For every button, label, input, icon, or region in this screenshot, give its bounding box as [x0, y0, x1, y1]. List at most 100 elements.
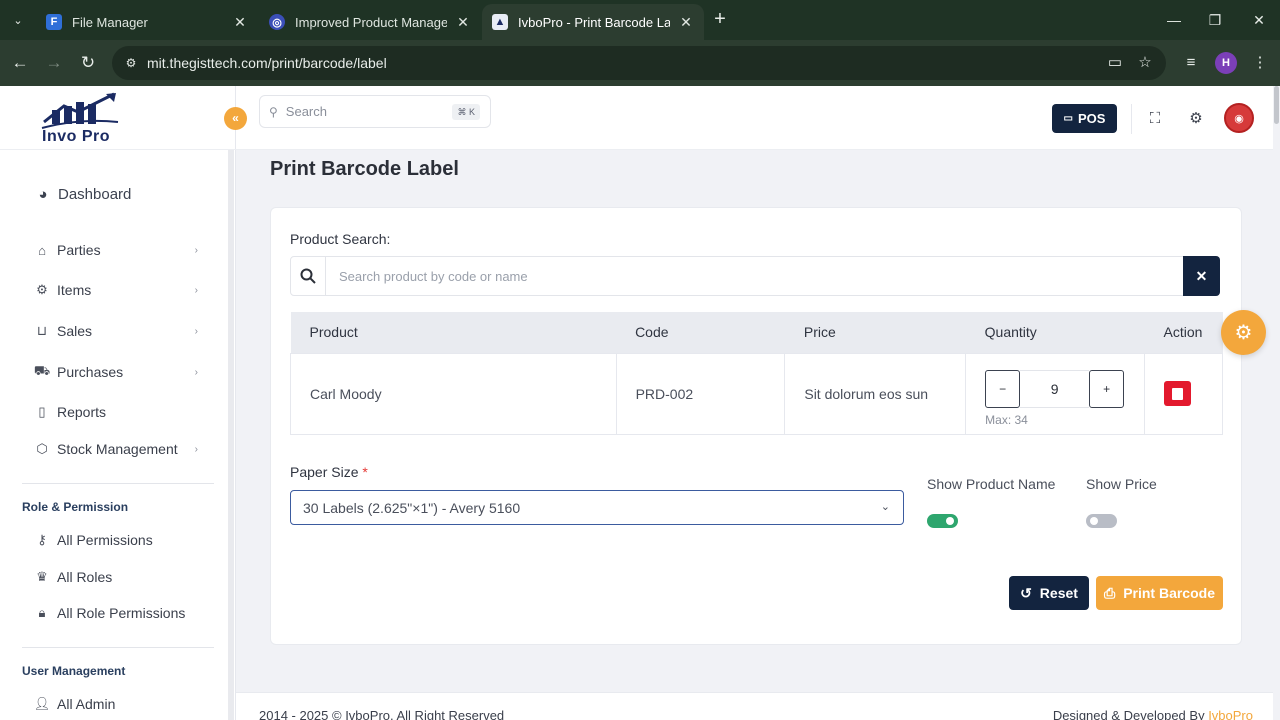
tab-close-icon[interactable]: ✕ [678, 14, 694, 31]
browser-tab-file-manager[interactable]: F File Manager ✕ [36, 4, 258, 40]
avatar-image-icon: ◉ [1234, 112, 1244, 125]
print-barcode-label: Print Barcode [1123, 585, 1215, 601]
claude-favicon: ◎ [269, 14, 285, 30]
key-icon: ⚷ [37, 532, 47, 547]
paper-size-selected-value: 30 Labels (2.625"×1") - Avery 5160 [303, 499, 521, 516]
reload-icon[interactable]: ↻ [76, 51, 100, 75]
product-search-input[interactable] [327, 257, 1185, 295]
quantity-input[interactable]: 9 [1020, 369, 1090, 408]
sidebar-item-dashboard[interactable]: ◕ Dashboard [35, 181, 205, 207]
sidebar-divider [22, 647, 214, 648]
sidebar-item-label: Parties [57, 242, 101, 258]
sidebar-scrollbar[interactable] [228, 150, 234, 720]
new-tab-button[interactable]: + [708, 8, 732, 32]
sidebar-divider [0, 149, 236, 150]
sidebar-item-parties[interactable]: ⌂ Parties › [34, 237, 204, 263]
undo-icon: ↺ [1020, 584, 1032, 601]
sidebar-item-items[interactable]: ⚙ Items › [34, 277, 204, 303]
sidebar-item-label: Sales [57, 323, 93, 339]
scrollbar-thumb[interactable] [1274, 86, 1279, 124]
sidebar-item-label: All Admin [57, 696, 116, 712]
footer-copyright: 2014 - 2025 © IvboPro. All Right Reserve… [259, 708, 505, 720]
cast-blocked-icon[interactable]: ▭ [1103, 51, 1127, 75]
fullscreen-icon[interactable]: ⛶ [1143, 107, 1167, 131]
gear-icon: ⚙ [36, 282, 48, 297]
table-row: Carl Moody PRD-002 Sit dolorum eos sun −… [290, 352, 1224, 435]
user-avatar[interactable]: ◉ [1224, 103, 1254, 133]
clear-search-button[interactable]: ✕ [1183, 256, 1220, 296]
profile-avatar[interactable]: H [1215, 52, 1237, 74]
sidebar-item-all-roles[interactable]: ♛ All Roles [34, 564, 204, 590]
browser-tab-product-management[interactable]: ◎ Improved Product Managemen ✕ [259, 4, 481, 40]
browser-toolbar: ← → ↻ ⚙ mit.thegisttech.com/print/barcod… [0, 40, 1280, 86]
column-header-code: Code [616, 312, 785, 353]
browser-tab-bar: ⌄ F File Manager ✕ ◎ Improved Product Ma… [0, 0, 1280, 40]
chevron-right-icon: › [194, 284, 198, 296]
sidebar-item-all-permissions[interactable]: ⚷ All Permissions [34, 527, 204, 553]
cell-quantity: − 9 + Max: 34 [965, 352, 1145, 435]
invopro-logo[interactable]: Invo Pro [34, 92, 134, 145]
tab-title: Improved Product Managemen [295, 14, 447, 30]
trash-icon [1171, 387, 1183, 400]
pos-button[interactable]: ▭ POS [1052, 104, 1117, 133]
column-header-price: Price [784, 312, 966, 353]
tab-close-icon[interactable]: ✕ [232, 14, 248, 31]
sidebar-item-all-role-permissions[interactable]: 🔒︎ All Role Permissions [34, 600, 204, 626]
printer-icon: ⎙ [1103, 584, 1116, 601]
app-header: ⚲ Search ⌘ K ▭ POS ⛶ ⚙ ◉ [236, 86, 1280, 150]
url-text[interactable]: mit.thegisttech.com/print/barcode/label [147, 55, 387, 71]
column-header-product: Product [290, 312, 617, 353]
toggle-knob [1090, 517, 1098, 525]
sidebar-item-label: Stock Management [57, 441, 178, 457]
sidebar-item-sales[interactable]: ⊔ Sales › [34, 318, 204, 344]
quantity-increment-button[interactable]: + [1089, 369, 1125, 408]
browser-menu-icon[interactable]: ⋮ [1248, 51, 1272, 75]
bookmark-star-icon[interactable]: ☆ [1133, 51, 1157, 75]
restore-icon[interactable]: ❐ [1203, 8, 1227, 32]
box-icon: ⬡ [36, 441, 48, 456]
tab-title: IvboPro - Print Barcode Label [518, 14, 670, 30]
tab-search-button[interactable]: ⌄ [6, 9, 30, 31]
toggle-knob [946, 517, 954, 525]
window-close-icon[interactable]: ✕ [1247, 8, 1271, 32]
sidebar-item-all-admin[interactable]: 👤︎ All Admin [34, 691, 204, 717]
paper-size-select[interactable]: 30 Labels (2.625"×1") - Avery 5160 ⌄ [290, 490, 904, 525]
site-info-icon[interactable]: ⚙ [116, 56, 146, 70]
global-search[interactable]: ⚲ Search ⌘ K [259, 95, 491, 128]
quantity-decrement-button[interactable]: − [985, 369, 1021, 408]
footer-credit: Designed & Developed By IvboPro [1053, 708, 1253, 720]
show-product-name-toggle[interactable] [927, 514, 958, 528]
address-bar[interactable]: ⚙ mit.thegisttech.com/print/barcode/labe… [112, 46, 1166, 80]
show-price-toggle[interactable] [1086, 514, 1117, 528]
pos-label: POS [1077, 111, 1106, 126]
app-root: Invo Pro ◕ Dashboard ⌂ Parties › ⚙ Items… [0, 86, 1280, 720]
column-header-action: Action [1144, 312, 1223, 353]
browser-tab-print-barcode[interactable]: ▲ IvboPro - Print Barcode Label ✕ [482, 4, 704, 40]
file-icon: ▯ [38, 404, 46, 419]
footer-credit-brand-link[interactable]: IvboPro [1208, 708, 1253, 720]
tab-close-icon[interactable]: ✕ [455, 14, 471, 31]
column-header-quantity: Quantity [965, 312, 1145, 353]
laptop-icon: ▭ [1063, 113, 1073, 124]
sidebar-collapse-button[interactable]: « [224, 107, 247, 130]
theme-settings-gear-icon[interactable]: ⚙ [1221, 310, 1266, 355]
media-controls-icon[interactable]: ≡ [1179, 51, 1203, 75]
forward-icon[interactable]: → [42, 51, 66, 75]
sidebar-item-purchases[interactable]: ⛟ Purchases › [34, 359, 204, 385]
footer-credit-prefix: Designed & Developed By [1052, 708, 1209, 720]
minimize-icon[interactable]: — [1162, 8, 1186, 32]
delete-row-button[interactable] [1163, 381, 1191, 406]
sidebar-item-reports[interactable]: ▯ Reports [34, 399, 204, 425]
sidebar: Invo Pro ◕ Dashboard ⌂ Parties › ⚙ Items… [0, 86, 236, 720]
table-header-row: Product Code Price Quantity Action [290, 312, 1223, 353]
settings-gear-icon[interactable]: ⚙ [1184, 107, 1208, 131]
sidebar-item-stock-management[interactable]: ⬡ Stock Management › [34, 436, 204, 462]
logo-chart-icon [41, 92, 119, 129]
search-icon [291, 257, 326, 295]
print-barcode-button[interactable]: ⎙ Print Barcode [1096, 576, 1223, 610]
back-icon[interactable]: ← [8, 51, 32, 75]
reset-button[interactable]: ↺ Reset [1009, 576, 1089, 610]
page-scrollbar[interactable] [1273, 86, 1280, 720]
paper-size-label-text: Paper Size [290, 464, 359, 480]
cell-product: Carl Moody [290, 352, 617, 435]
